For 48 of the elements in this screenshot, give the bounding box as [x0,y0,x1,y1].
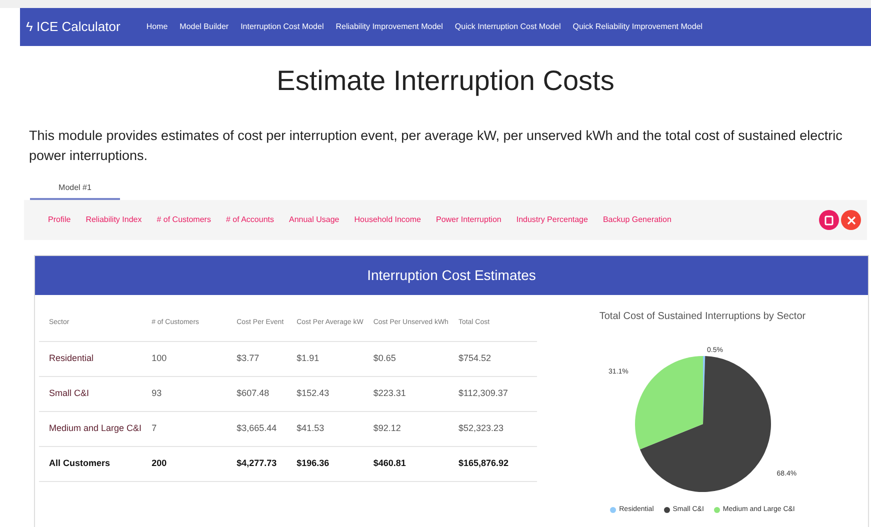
table-cell: 7 [152,422,157,433]
table-cell: $92.12 [373,422,401,433]
chart-title: Total Cost of Sustained Interruptions by Sector [599,310,806,324]
table-cell: $223.31 [373,388,406,398]
table-cell: $196.36 [296,458,330,468]
toolbar-link[interactable]: Household Income [354,214,421,226]
table-cell: $3.77 [236,352,260,363]
page-title: Estimate Interruption Costs [276,64,614,98]
nav-link[interactable]: Quick Reliability Improvement Model [572,21,703,33]
table-cell: $1.91 [296,352,320,363]
table-cell: Medium and Large C&I [49,422,142,433]
table-cell: $4,277.73 [236,458,277,468]
table-cell: 93 [152,388,162,398]
table-cell: $754.52 [458,352,491,363]
table-cell: Small C&I [49,388,90,398]
toolbar-link[interactable]: # of Accounts [226,214,274,226]
table-cell: $460.81 [373,458,406,468]
table-cell: $112,309.37 [458,388,508,398]
close-button[interactable] [841,210,861,230]
brand-link[interactable]: ϟ ICE Calculator [26,17,120,37]
toolbar-link[interactable]: Profile [48,214,71,226]
table-cell: Residential [49,352,94,363]
description-text: This module provides estimates of cost per interruption event, per average kW, per unserved kWh and the total cost of sustained electric power interruptions. [29,127,844,165]
nav-link[interactable]: Home [146,21,168,33]
nav-link[interactable]: Reliability Improvement Model [336,21,443,33]
table-cell: $152.43 [296,388,330,398]
toolbar-link[interactable]: Reliability Index [86,214,142,226]
toolbar-link[interactable]: # of Customers [156,214,211,226]
toolbar-link[interactable]: Annual Usage [289,214,340,226]
close-icon [846,216,856,224]
toolbar-link[interactable]: Power Interruption [436,214,502,226]
table-cell: 200 [152,458,167,468]
table-cell: $41.53 [296,422,324,433]
nav-link[interactable]: Model Builder [180,21,229,33]
toolbar-link[interactable]: Backup Generation [602,214,672,226]
table-cell: $3,665.44 [236,422,277,433]
card-title: Interruption Cost Estimates [367,266,536,285]
table-cell: $52,323.23 [458,422,504,433]
table-cell: $607.48 [236,388,270,398]
copy-button[interactable] [819,210,839,230]
table-cell: $165,876.92 [458,458,509,468]
nav-link[interactable]: Interruption Cost Model [240,21,324,33]
toolbar-link[interactable]: Industry Percentage [516,214,588,226]
table-cell: All Customers [49,458,110,468]
copy-icon [824,214,834,226]
table-cell: $0.65 [373,352,396,363]
nav-link[interactable]: Quick Interruption Cost Model [454,21,561,33]
table-cell: 100 [152,352,167,363]
